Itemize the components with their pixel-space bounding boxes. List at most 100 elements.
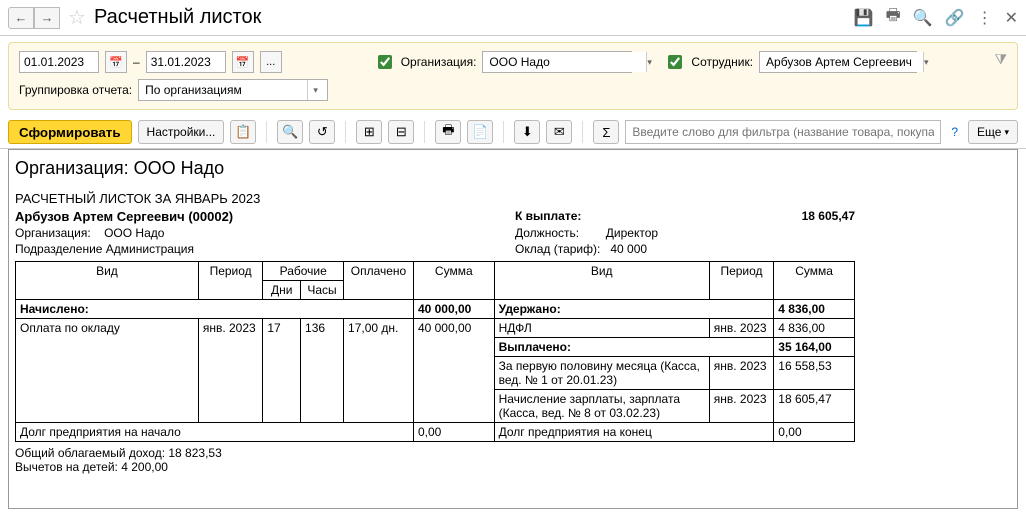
payslip-table: Вид Период Рабочие Оплачено Сумма Вид Пе… [15, 261, 855, 442]
row-ndfl-vid: НДФЛ [494, 319, 709, 338]
find-prev-icon[interactable]: ↺ [309, 120, 335, 144]
save-icon[interactable]: 💾 [854, 8, 874, 28]
grouping-select[interactable]: ▾ [138, 79, 328, 101]
row-salary-period: янв. 2023 [198, 319, 263, 423]
row-advance-period: янв. 2023 [709, 357, 774, 390]
employee-select-input[interactable] [764, 52, 923, 72]
col-rabochie: Рабочие [263, 262, 344, 281]
save-report-icon[interactable]: ⬇ [514, 120, 540, 144]
help-icon[interactable]: ? [947, 125, 962, 139]
toolbar: Сформировать Настройки... 📋 🔍 ↺ ⊞ ⊟ 🖶 📄 … [0, 116, 1026, 149]
withheld-label: Удержано: [494, 300, 774, 319]
paid-label: Выплачено: [494, 338, 774, 357]
grouping-select-input[interactable] [143, 80, 307, 100]
report-settings-icon[interactable]: 📄 [467, 120, 493, 144]
more-vert-icon[interactable]: ⋮ [977, 8, 993, 28]
org-select-input[interactable] [487, 52, 646, 72]
filter-search-input[interactable] [625, 120, 941, 144]
grouping-dropdown-icon[interactable]: ▾ [307, 80, 323, 100]
calendar-to-icon[interactable]: 📅 [232, 51, 254, 73]
col-period2: Период [709, 262, 774, 300]
paid-total: 35 164,00 [774, 338, 855, 357]
pay-amount: 18 605,47 [802, 209, 855, 224]
col-oplacheno: Оплачено [344, 262, 414, 300]
col-vid2: Вид [494, 262, 709, 300]
row-ndfl-sum: 4 836,00 [774, 319, 855, 338]
close-icon[interactable]: ✕ [1005, 8, 1018, 28]
sum-icon[interactable]: Σ [593, 120, 619, 144]
row-advance-vid: За первую половину месяца (Касса, вед. №… [494, 357, 709, 390]
period-picker-button[interactable]: ... [260, 51, 282, 73]
row-final-period: янв. 2023 [709, 390, 774, 423]
settings-button[interactable]: Настройки... [138, 120, 225, 144]
debt-start-label: Долг предприятия на начало [16, 423, 414, 442]
org-dropdown-icon[interactable]: ▾ [646, 52, 652, 72]
date-from-input[interactable] [19, 51, 99, 73]
calendar-from-icon[interactable]: 📅 [105, 51, 127, 73]
row-salary-opl: 17,00 дн. [344, 319, 414, 423]
nav-forward-button[interactable]: → [34, 7, 60, 29]
print-button-icon[interactable]: 🖶 [435, 120, 461, 144]
col-summa2: Сумма [774, 262, 855, 300]
col-summa: Сумма [413, 262, 494, 300]
funnel-icon[interactable]: ⧩ [995, 51, 1008, 68]
link-icon[interactable]: 🔗 [945, 8, 965, 28]
email-icon[interactable]: ✉ [546, 120, 572, 144]
org-line-label: Организация: [15, 226, 91, 240]
col-period: Период [198, 262, 263, 300]
grouping-label: Группировка отчета: [19, 83, 132, 97]
employee-name: Арбузов Артем Сергеевич (00002) [15, 208, 515, 225]
more-button[interactable]: Еще ▾ [968, 120, 1018, 144]
taxable-income: Общий облагаемый доход: 18 823,53 [15, 446, 1011, 460]
org-label: Организация: [401, 55, 477, 69]
row-final-sum: 18 605,47 [774, 390, 855, 423]
collapse-icon[interactable]: ⊟ [388, 120, 414, 144]
department-line: Подразделение Администрация [15, 241, 515, 257]
row-salary-chasy: 136 [301, 319, 344, 423]
accrued-label: Начислено: [16, 300, 414, 319]
pay-label: К выплате: [515, 209, 581, 224]
debt-end: 0,00 [774, 423, 855, 442]
report-area[interactable]: Организация: ООО Надо РАСЧЕТНЫЙ ЛИСТОК З… [8, 149, 1018, 509]
nav-back-button[interactable]: ← [8, 7, 34, 29]
filter-panel: ⧩ 📅 – 📅 ... Организация: ▾ Сотрудник: ▾ … [8, 42, 1018, 110]
chevron-down-icon: ▾ [1004, 127, 1009, 138]
date-to-input[interactable] [146, 51, 226, 73]
row-advance-sum: 16 558,53 [774, 357, 855, 390]
report-org-title: Организация: ООО Надо [15, 158, 1011, 179]
employee-checkbox[interactable] [668, 55, 682, 69]
copy-settings-icon[interactable]: 📋 [230, 120, 256, 144]
row-salary-vid: Оплата по окладу [16, 319, 199, 423]
expand-icon[interactable]: ⊞ [356, 120, 382, 144]
debt-start: 0,00 [413, 423, 494, 442]
col-vid: Вид [16, 262, 199, 300]
col-dni: Дни [263, 281, 301, 300]
find-icon[interactable]: 🔍 [277, 120, 303, 144]
position-label: Должность: [515, 226, 579, 240]
salary-value: 40 000 [610, 242, 647, 256]
favorite-star-icon[interactable]: ☆ [68, 5, 86, 30]
row-ndfl-period: янв. 2023 [709, 319, 774, 338]
position-value: Директор [606, 226, 658, 240]
titlebar: ← → ☆ Расчетный листок 💾 🖶 🔍 🔗 ⋮ ✕ [0, 0, 1026, 36]
generate-button[interactable]: Сформировать [8, 120, 132, 144]
accrued-total: 40 000,00 [413, 300, 494, 319]
row-salary-sum: 40 000,00 [413, 319, 494, 423]
org-line-value: ООО Надо [104, 226, 164, 240]
org-select[interactable]: ▾ [482, 51, 632, 73]
date-separator: – [133, 55, 140, 69]
employee-select[interactable]: ▾ [759, 51, 917, 73]
salary-label: Оклад (тариф): [515, 242, 600, 256]
report-period: РАСЧЕТНЫЙ ЛИСТОК ЗА ЯНВАРЬ 2023 [15, 191, 1011, 206]
org-checkbox[interactable] [378, 55, 392, 69]
debt-end-label: Долг предприятия на конец [494, 423, 774, 442]
preview-icon[interactable]: 🔍 [913, 8, 933, 28]
print-icon[interactable]: 🖶 [886, 4, 901, 31]
row-salary-dni: 17 [263, 319, 301, 423]
employee-dropdown-icon[interactable]: ▾ [923, 52, 929, 72]
col-chasy: Часы [301, 281, 344, 300]
employee-label: Сотрудник: [691, 55, 753, 69]
child-deduction: Вычетов на детей: 4 200,00 [15, 460, 1011, 474]
row-final-vid: Начисление зарплаты, зарплата (Касса, ве… [494, 390, 709, 423]
page-title: Расчетный листок [94, 6, 854, 29]
